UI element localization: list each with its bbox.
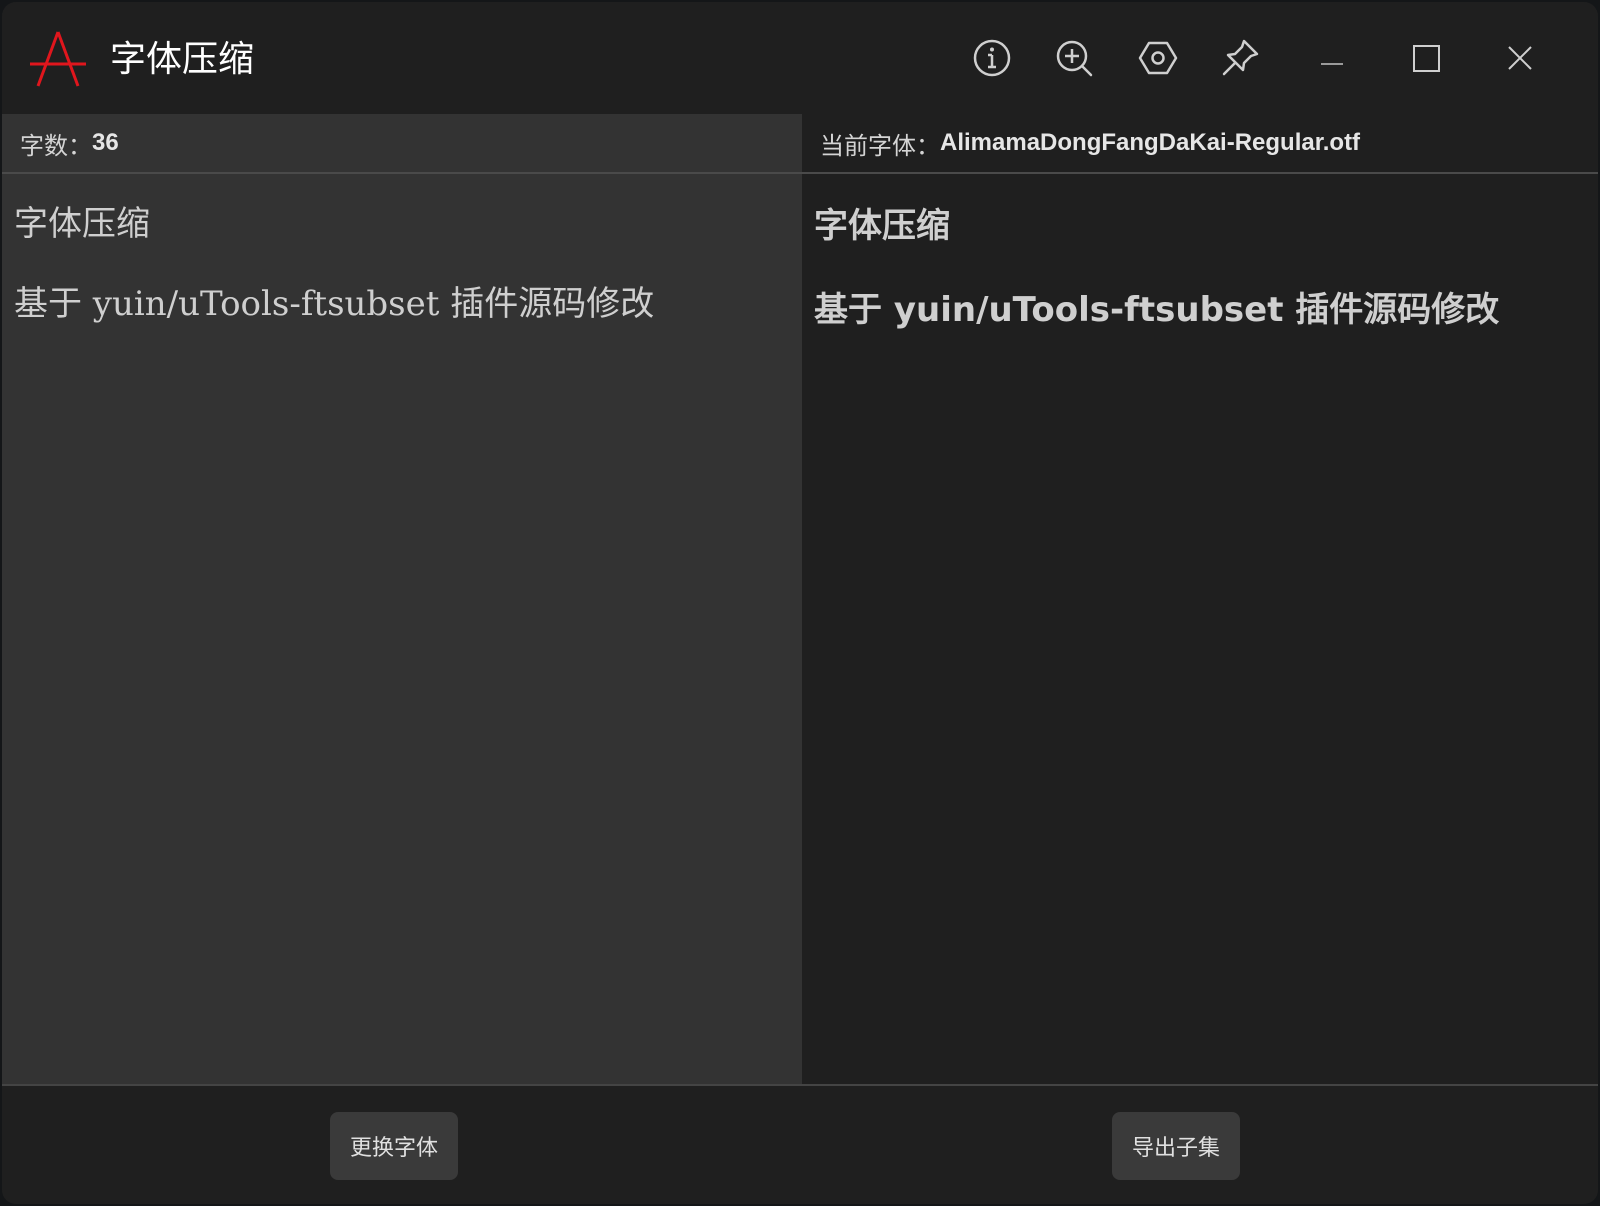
font-preview: 字体压缩 基于 yuin/uTools-ftsubset 插件源码修改 [814, 184, 1584, 352]
settings-button[interactable] [1134, 34, 1182, 82]
preview-line: 基于 yuin/uTools-ftsubset 插件源码修改 [814, 290, 1500, 330]
current-font-label: 当前字体： [820, 131, 940, 160]
zoom-in-button[interactable] [1050, 34, 1098, 82]
app-logo-icon [30, 31, 86, 87]
export-subset-button[interactable]: 导出子集 [1112, 1112, 1240, 1180]
change-font-button[interactable]: 更换字体 [330, 1112, 458, 1180]
pin-button[interactable] [1216, 34, 1264, 82]
app-window: 字体压缩 字数： 36 字体压缩 基于 yuin/uTools-ftsubset… [2, 2, 1598, 1204]
title-bar[interactable]: 字体压缩 [2, 2, 1598, 114]
text-input[interactable]: 字体压缩 基于 yuin/uTools-ftsubset 插件源码修改 [14, 184, 784, 1064]
info-button[interactable] [968, 34, 1016, 82]
minimize-icon [1321, 63, 1343, 65]
current-font-name: AlimamaDongFangDaKai-Regular.otf [940, 129, 1361, 156]
char-count-label: 字数： [20, 131, 92, 160]
close-button[interactable] [1496, 34, 1544, 82]
preview-panel: 当前字体： AlimamaDongFangDaKai-Regular.otf 字… [802, 114, 1598, 1084]
input-panel: 字数： 36 字体压缩 基于 yuin/uTools-ftsubset 插件源码… [2, 114, 802, 1084]
settings-icon [1138, 41, 1178, 75]
footer-bar: 更换字体 导出子集 [2, 1084, 1598, 1204]
pin-icon [1222, 39, 1259, 76]
char-count-bar: 字数： 36 [2, 114, 802, 174]
app-title: 字体压缩 [110, 39, 255, 80]
info-icon [973, 39, 1011, 77]
current-font-bar: 当前字体： AlimamaDongFangDaKai-Regular.otf [802, 114, 1598, 174]
maximize-icon [1413, 45, 1440, 72]
preview-line: 字体压缩 [814, 206, 950, 246]
zoom-in-icon [1056, 40, 1093, 77]
minimize-button[interactable] [1308, 34, 1356, 82]
maximize-button[interactable] [1402, 34, 1450, 82]
char-count-value: 36 [92, 129, 119, 156]
close-icon [1508, 46, 1532, 70]
